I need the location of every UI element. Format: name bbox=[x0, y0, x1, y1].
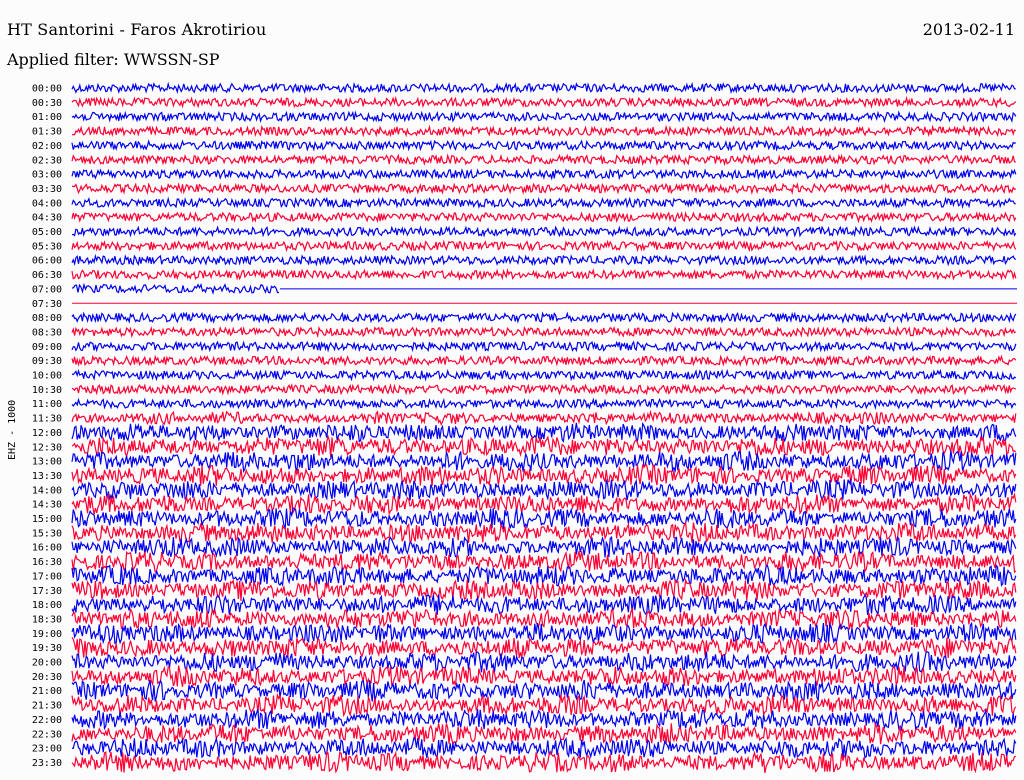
row-label: 05:30 bbox=[32, 241, 62, 252]
trace-1930 bbox=[71, 636, 1017, 660]
trace-0700 bbox=[71, 282, 279, 296]
row-label: 22:00 bbox=[32, 715, 62, 726]
row-label: 22:30 bbox=[32, 729, 62, 740]
trace-1630 bbox=[71, 550, 1017, 574]
trace-0500 bbox=[71, 225, 1017, 238]
row-label: 19:30 bbox=[32, 643, 62, 654]
trace-0230 bbox=[71, 153, 1016, 167]
trace-1000 bbox=[71, 368, 1017, 382]
row-label: 23:30 bbox=[32, 758, 62, 769]
trace-1200 bbox=[71, 421, 1017, 443]
trace-2230 bbox=[71, 721, 1017, 746]
row-label: 03:30 bbox=[32, 184, 62, 195]
row-label: 16:30 bbox=[32, 557, 62, 568]
trace-0030 bbox=[71, 95, 1017, 109]
trace-0830 bbox=[71, 325, 1017, 339]
helicorder-plot: 00:00 00:30 01:00 01:30 02:00 02:30 03:00 03:30… bbox=[32, 81, 1017, 774]
row-label: 18:30 bbox=[32, 614, 62, 625]
trace-1430 bbox=[71, 492, 1017, 517]
row-label: 19:00 bbox=[32, 629, 62, 640]
trace-1700 bbox=[71, 564, 1017, 587]
trace-0930 bbox=[71, 354, 1017, 367]
row-label: 10:30 bbox=[32, 385, 62, 396]
trace-1030 bbox=[71, 382, 1016, 396]
row-label: 11:30 bbox=[32, 414, 62, 425]
row-label: 00:00 bbox=[32, 84, 62, 95]
row-label: 04:30 bbox=[32, 213, 62, 224]
row-label: 23:00 bbox=[32, 744, 62, 755]
row-label: 06:30 bbox=[32, 270, 62, 281]
trace-0900 bbox=[71, 340, 1017, 353]
trace-0430 bbox=[71, 210, 1017, 224]
row-label: 14:30 bbox=[32, 500, 62, 511]
row-label: 06:00 bbox=[32, 256, 62, 267]
row-label: 08:30 bbox=[32, 327, 62, 338]
row-label: 10:00 bbox=[32, 371, 62, 382]
trace-0530 bbox=[71, 239, 1017, 253]
row-label: 07:00 bbox=[32, 284, 62, 295]
row-label: 01:30 bbox=[32, 127, 62, 138]
trace-1400 bbox=[71, 477, 1017, 502]
row-label: 13:30 bbox=[32, 471, 62, 482]
trace-0130 bbox=[71, 124, 1017, 138]
row-label: 15:30 bbox=[32, 528, 62, 539]
trace-0300 bbox=[71, 167, 1017, 181]
trace-2330 bbox=[71, 750, 1017, 774]
row-label: 09:30 bbox=[32, 356, 62, 367]
row-label: 09:00 bbox=[32, 342, 62, 353]
row-label: 12:00 bbox=[32, 428, 62, 439]
trace-1130 bbox=[71, 409, 1017, 426]
row-label: 20:30 bbox=[32, 672, 62, 683]
row-label: 21:00 bbox=[32, 686, 62, 697]
row-label: 18:00 bbox=[32, 600, 62, 611]
row-label: 07:30 bbox=[32, 299, 62, 310]
trace-0800 bbox=[71, 311, 1017, 325]
row-label: 20:00 bbox=[32, 658, 62, 669]
trace-1100 bbox=[71, 397, 1017, 411]
row-label: 02:30 bbox=[32, 155, 62, 166]
trace-0200 bbox=[71, 139, 1016, 152]
row-label: 00:30 bbox=[32, 98, 62, 109]
row-label: 15:00 bbox=[32, 514, 62, 525]
trace-2300 bbox=[71, 736, 1017, 759]
trace-0630 bbox=[71, 268, 1017, 281]
trace-1830 bbox=[71, 606, 1017, 630]
row-label: 17:00 bbox=[32, 571, 62, 582]
trace-0000 bbox=[71, 81, 1016, 95]
row-label: 01:00 bbox=[32, 112, 62, 123]
row-label: 14:00 bbox=[32, 485, 62, 496]
row-label: 12:30 bbox=[32, 442, 62, 453]
row-label: 08:00 bbox=[32, 313, 62, 324]
trace-0330 bbox=[71, 182, 1017, 195]
trace-0100 bbox=[71, 110, 1017, 123]
trace-1730 bbox=[71, 577, 1017, 602]
row-label: 05:00 bbox=[32, 227, 62, 238]
trace-0400 bbox=[71, 196, 1017, 210]
row-label: 16:00 bbox=[32, 543, 62, 554]
row-label: 21:30 bbox=[32, 701, 62, 712]
row-label: 03:00 bbox=[32, 170, 62, 181]
row-label: 11:00 bbox=[32, 399, 62, 410]
trace-0600 bbox=[71, 253, 1017, 267]
row-label: 04:00 bbox=[32, 198, 62, 209]
row-label: 17:30 bbox=[32, 586, 62, 597]
row-label: 13:00 bbox=[32, 457, 62, 468]
row-label: 02:00 bbox=[32, 141, 62, 152]
trace-1500 bbox=[71, 507, 1017, 531]
